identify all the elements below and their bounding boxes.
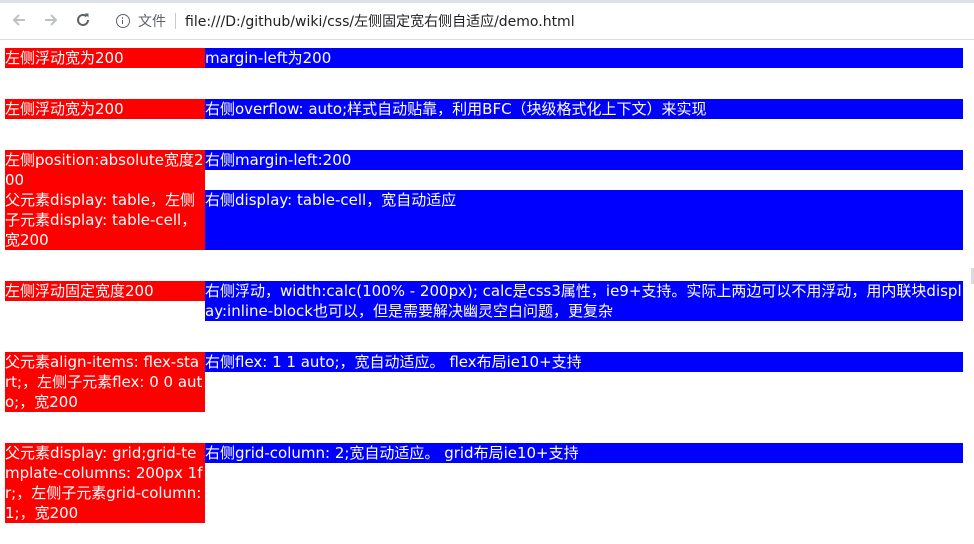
layout-demo-row: 左侧浮动宽为200 右侧overflow: auto;样式自动贴靠，利用BFC（… (5, 99, 963, 119)
layout-demo-row: 父元素display: grid;grid-template-columns: … (5, 443, 963, 523)
left-column: 左侧position:absolute宽度200 (5, 150, 205, 190)
right-column: 右侧overflow: auto;样式自动贴靠，利用BFC（块级格式化上下文）来… (205, 99, 963, 119)
back-button[interactable] (8, 9, 30, 31)
address-bar[interactable]: 文件 file:///D:/github/wiki/css/左侧固定宽右侧自适应… (104, 7, 974, 35)
tab-strip-edge (0, 0, 974, 3)
layout-demo-row: 父元素align-items: flex-start;，左侧子元素flex: 0… (5, 352, 963, 412)
reload-icon (77, 13, 89, 26)
info-circle-icon[interactable] (116, 14, 130, 28)
forward-button[interactable] (40, 9, 62, 31)
arrow-right-icon (45, 14, 58, 26)
right-column: 右侧display: table-cell，宽自动适应 (205, 190, 963, 250)
arrow-left-icon (12, 14, 25, 26)
left-column: 左侧浮动宽为200 (5, 48, 205, 68)
reload-button[interactable] (72, 9, 94, 31)
left-column: 左侧浮动固定宽度200 (5, 281, 205, 301)
left-column: 父元素align-items: flex-start;，左侧子元素flex: 0… (5, 352, 205, 412)
scheme-label: 文件 (138, 14, 166, 30)
right-column: 右侧flex: 1 1 auto;，宽自动适应。 flex布局ie10+支持 (205, 352, 963, 372)
layout-demo-row: 左侧浮动固定宽度200 右侧浮动，width:calc(100% - 200px… (5, 281, 963, 321)
right-column: 右侧浮动，width:calc(100% - 200px); calc是css3… (205, 281, 963, 321)
left-column: 左侧浮动宽为200 (5, 99, 205, 119)
browser-toolbar: 文件 file:///D:/github/wiki/css/左侧固定宽右侧自适应… (0, 0, 974, 40)
scrollbar[interactable] (968, 40, 974, 544)
layout-demo-row: 左侧浮动宽为200 margin-left为200 (5, 48, 963, 68)
page-content: 左侧浮动宽为200 margin-left为200 左侧浮动宽为200 右侧ov… (5, 48, 963, 523)
right-column: 右侧grid-column: 2;宽自动适应。 grid布局ie10+支持 (205, 443, 963, 463)
layout-demo-row: 父元素display: table，左侧子元素display: table-ce… (5, 190, 963, 250)
right-column: 右侧margin-left:200 (205, 150, 963, 170)
layout-demo-row: 左侧position:absolute宽度200 右侧margin-left:2… (5, 150, 963, 190)
omnibox-divider (175, 13, 176, 29)
url-text[interactable]: file:///D:/github/wiki/css/左侧固定宽右侧自适应/de… (185, 11, 575, 31)
right-column: margin-left为200 (205, 48, 963, 68)
left-column: 父元素display: table，左侧子元素display: table-ce… (5, 190, 205, 250)
left-column: 父元素display: grid;grid-template-columns: … (5, 443, 205, 523)
